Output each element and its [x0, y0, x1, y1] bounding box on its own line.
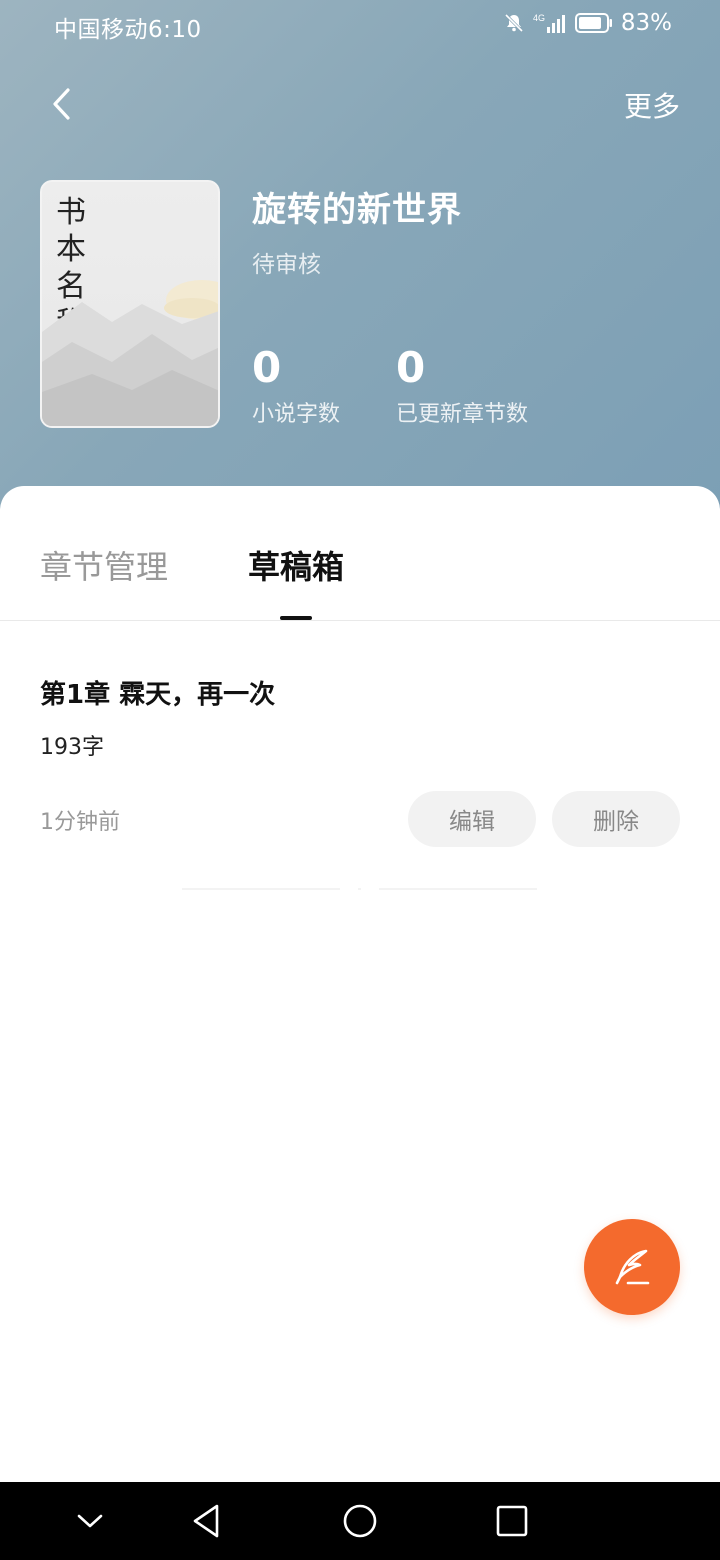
quill-pen-icon	[615, 1249, 650, 1285]
draft-item[interactable]: 第1章 霖天，再一次 193字 1分钟前 编辑 删除	[40, 674, 680, 847]
back-button[interactable]	[40, 82, 84, 126]
stat-label: 已更新章节数	[396, 402, 529, 427]
stat-label: 小说字数	[252, 402, 341, 427]
book-title: 旋转的新世界	[252, 190, 462, 230]
tab-drafts[interactable]: 草稿箱	[248, 542, 344, 588]
bell-muted-icon	[504, 13, 523, 33]
more-button[interactable]: 更多	[624, 85, 680, 125]
stat-value: 0	[396, 343, 426, 392]
status-bar: 中国移动6:10 4G 83%	[0, 0, 720, 50]
book-header: 中国移动6:10 4G 83% 更多 书本名 旋转的新世界 待审核 0 小说字数…	[0, 0, 720, 520]
top-nav: 更多	[0, 70, 720, 140]
book-cover[interactable]: 书本名称	[40, 180, 220, 428]
divider	[358, 888, 361, 890]
carrier-time: 中国移动6:10	[54, 17, 202, 43]
nav-home-button[interactable]	[338, 1499, 382, 1543]
stat-word-count: 0 小说字数	[252, 340, 340, 428]
write-chapter-button[interactable]	[584, 1219, 680, 1315]
divider	[182, 888, 340, 890]
home-circle-icon	[343, 1504, 377, 1538]
nav-collapse-button[interactable]	[68, 1499, 112, 1543]
review-status: 待审核	[252, 252, 321, 278]
edit-button[interactable]: 编辑	[408, 791, 536, 847]
stat-value: 0	[252, 343, 282, 392]
chapter-title: 第1章 霖天，再一次	[40, 680, 276, 710]
svg-text:4G: 4G	[533, 13, 545, 23]
tab-chapter-management[interactable]: 章节管理	[40, 542, 168, 588]
tab-bar: 章节管理 草稿箱	[0, 486, 720, 621]
mountain-landscape-icon	[42, 280, 218, 426]
system-nav-bar	[0, 1482, 720, 1560]
battery-icon	[574, 13, 612, 33]
edit-time: 1分钟前	[40, 810, 120, 835]
nav-back-button[interactable]	[184, 1499, 228, 1543]
tab-indicator	[280, 616, 312, 620]
content-panel: 章节管理 草稿箱 第1章 霖天，再一次 193字 1分钟前 编辑 删除	[0, 486, 720, 1482]
status-icons: 4G 83%	[503, 10, 672, 36]
battery-percent: 83%	[620, 10, 672, 36]
book-info: 旋转的新世界 待审核	[252, 182, 462, 279]
delete-button[interactable]: 删除	[552, 791, 680, 847]
chevron-down-icon	[77, 1514, 103, 1528]
nav-recents-button[interactable]	[490, 1499, 534, 1543]
divider	[379, 888, 537, 890]
back-triangle-icon	[193, 1504, 219, 1538]
signal-icon: 4G	[533, 13, 565, 33]
recents-square-icon	[496, 1505, 528, 1537]
word-count: 193字	[40, 735, 104, 760]
chevron-left-icon	[53, 88, 70, 120]
stat-chapter-count: 0 已更新章节数	[396, 340, 528, 428]
